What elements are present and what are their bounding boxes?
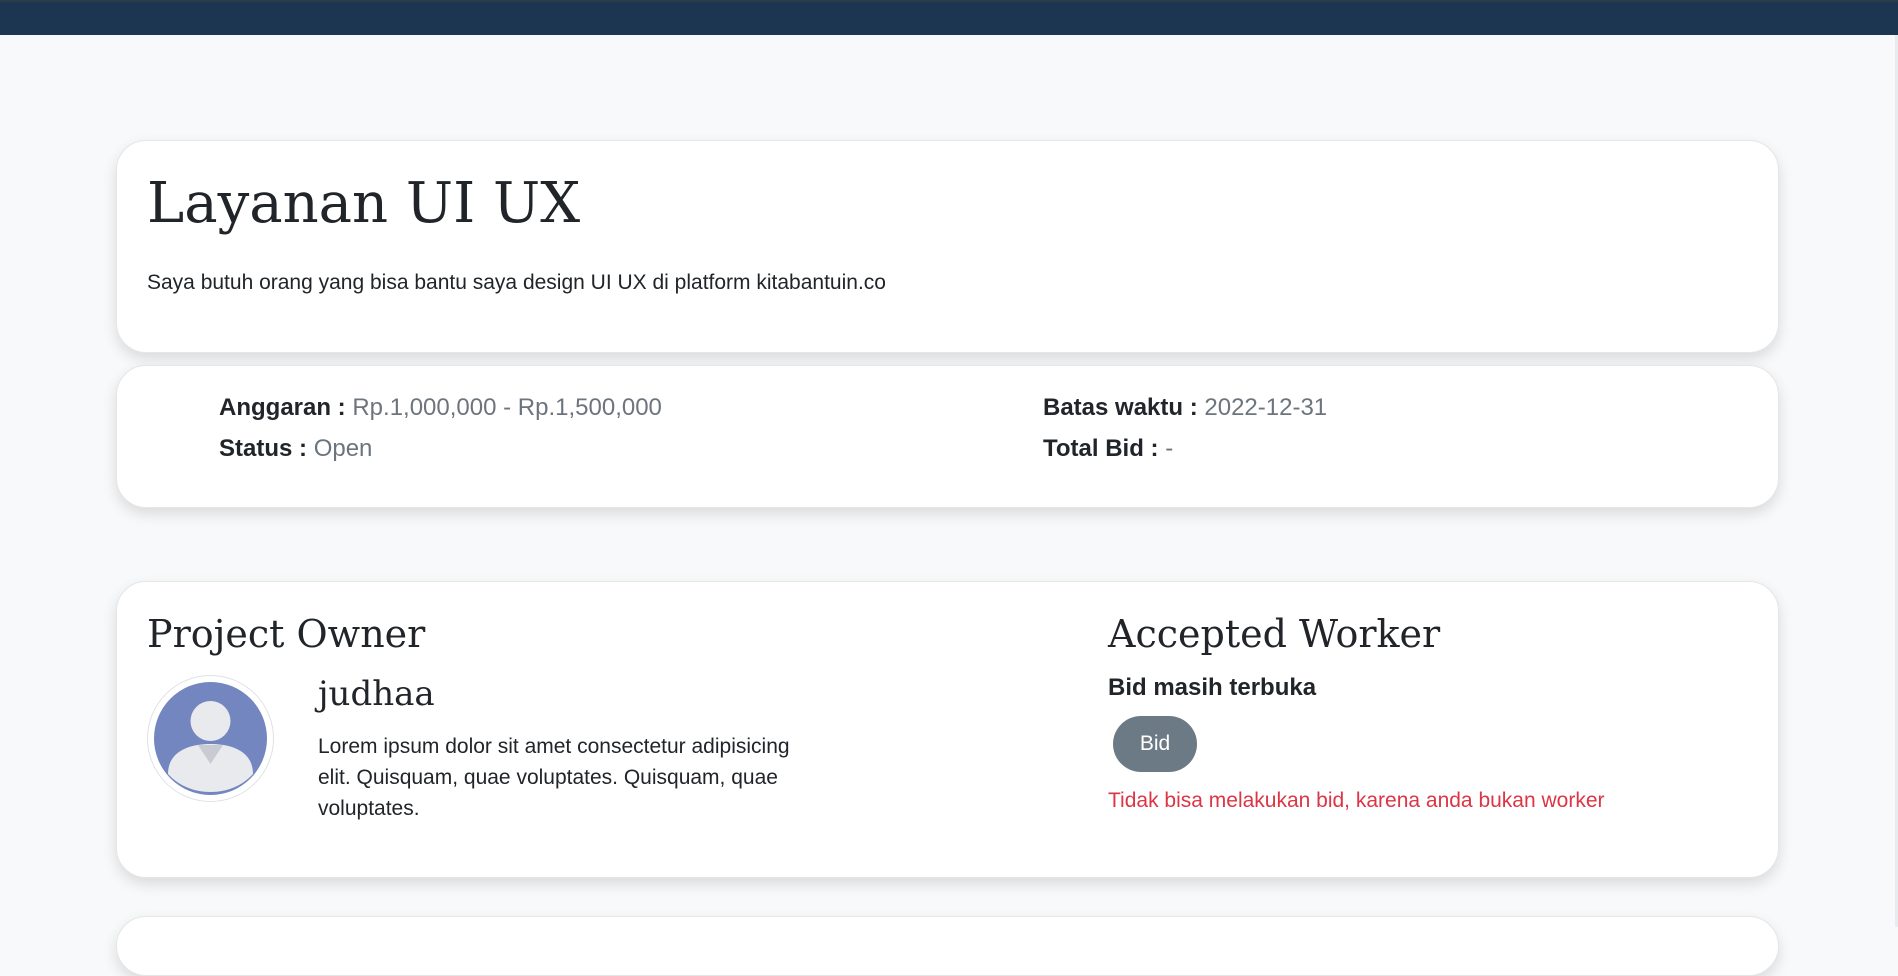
status-row: Status : Open: [219, 435, 372, 463]
next-card: [116, 916, 1779, 976]
project-header-card: Layanan UI UX Saya butuh orang yang bisa…: [116, 140, 1779, 353]
owner-name[interactable]: judhaa: [318, 674, 435, 714]
deadline-value: 2022-12-31: [1204, 394, 1328, 421]
owner-worker-card: Project Owner judhaa Lorem ipsum dolor s…: [116, 581, 1779, 878]
budget-label: Anggaran :: [219, 394, 346, 421]
total-bid-label: Total Bid :: [1043, 435, 1159, 462]
user-avatar-icon: [154, 682, 267, 795]
budget-row: Anggaran : Rp.1,000,000 - Rp.1,500,000: [219, 394, 662, 422]
project-owner-heading: Project Owner: [147, 612, 426, 656]
bid-status-text: Bid masih terbuka: [1108, 674, 1317, 701]
total-bid-row: Total Bid : -: [1043, 435, 1173, 463]
status-value: Open: [313, 435, 373, 462]
accepted-worker-heading: Accepted Worker: [1108, 612, 1441, 656]
top-navbar: [0, 0, 1898, 35]
status-label: Status :: [219, 435, 308, 462]
owner-avatar: [147, 675, 274, 802]
owner-bio: Lorem ipsum dolor sit amet consectetur a…: [318, 735, 790, 820]
deadline-row: Batas waktu : 2022-12-31: [1043, 394, 1327, 422]
project-description: Saya butuh orang yang bisa bantu saya de…: [147, 271, 886, 294]
deadline-label: Batas waktu :: [1043, 394, 1198, 421]
bid-error-message: Tidak bisa melakukan bid, karena anda bu…: [1108, 789, 1605, 812]
project-title: Layanan UI UX: [147, 171, 581, 236]
total-bid-value: -: [1165, 435, 1174, 462]
bid-button[interactable]: Bid: [1113, 716, 1197, 772]
project-info-card: Anggaran : Rp.1,000,000 - Rp.1,500,000 S…: [116, 365, 1779, 508]
budget-value: Rp.1,000,000 - Rp.1,500,000: [352, 394, 662, 421]
